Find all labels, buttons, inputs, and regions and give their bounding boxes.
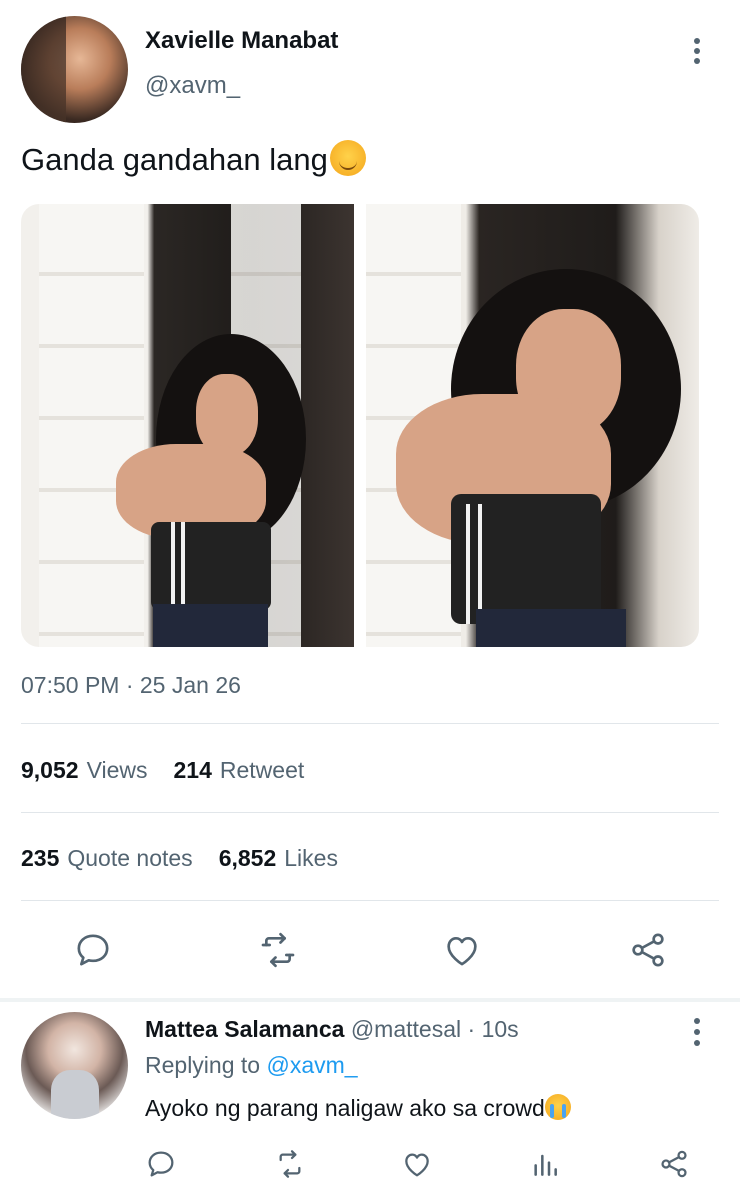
tweet-media — [21, 204, 699, 647]
media-photo-2[interactable] — [366, 204, 699, 647]
like-icon[interactable] — [399, 1146, 435, 1182]
replying-to-handle[interactable]: @xavm_ — [266, 1052, 357, 1078]
share-icon[interactable] — [623, 925, 673, 975]
stats-row-1: 9,052 Views 214 Retweet — [21, 757, 304, 784]
media-photo-1[interactable] — [21, 204, 354, 647]
divider — [21, 812, 719, 813]
author-handle[interactable]: @xavm_ — [145, 72, 240, 100]
retweet-icon[interactable] — [272, 1146, 308, 1182]
more-options-icon[interactable] — [682, 36, 712, 66]
tweet-timestamp[interactable]: 07:50 PM · 25 Jan 26 — [21, 672, 241, 699]
retweet-icon[interactable] — [253, 925, 303, 975]
tweet-actions — [0, 925, 740, 975]
views-stat[interactable]: 9,052 Views — [21, 757, 148, 784]
reply-author-handle[interactable]: @mattesal — [351, 1016, 461, 1042]
divider — [21, 723, 719, 724]
author-name[interactable]: Xavielle Manabat — [145, 27, 338, 55]
replying-to-label: Replying to — [145, 1052, 261, 1078]
divider — [21, 900, 719, 901]
author-avatar[interactable] — [21, 16, 128, 123]
stats-row-2: 235 Quote notes 6,852 Likes — [21, 845, 338, 872]
crying-face-icon — [544, 1094, 571, 1120]
analytics-icon[interactable] — [527, 1146, 563, 1182]
retweet-stat[interactable]: 214 Retweet — [174, 757, 305, 784]
like-icon[interactable] — [437, 925, 487, 975]
reply-author-avatar[interactable] — [21, 1012, 128, 1119]
reply-author-name[interactable]: Mattea Salamanca — [145, 1016, 344, 1042]
replying-to: Replying to @xavm_ — [145, 1052, 358, 1079]
section-divider — [0, 998, 740, 1002]
reply-header: Mattea Salamanca @mattesal · 10s — [145, 1016, 519, 1043]
reply-actions — [0, 1146, 740, 1186]
reply-separator: · — [467, 1016, 476, 1042]
smiling-face-icon — [329, 140, 366, 176]
reply-icon[interactable] — [143, 1146, 179, 1182]
reply-icon[interactable] — [68, 925, 118, 975]
reply-time[interactable]: 10s — [482, 1016, 519, 1042]
reply-text-content: Ayoko ng parang naligaw ako sa crowd — [145, 1095, 545, 1121]
quote-stat[interactable]: 235 Quote notes — [21, 845, 193, 872]
reply-more-options-icon[interactable] — [682, 1018, 712, 1046]
tweet-text: Ganda gandahan lang — [21, 140, 366, 178]
likes-stat[interactable]: 6,852 Likes — [219, 845, 338, 872]
reply-text: Ayoko ng parang naligaw ako sa crowd — [145, 1094, 571, 1122]
share-icon[interactable] — [656, 1146, 692, 1182]
tweet-text-content: Ganda gandahan lang — [21, 142, 328, 177]
